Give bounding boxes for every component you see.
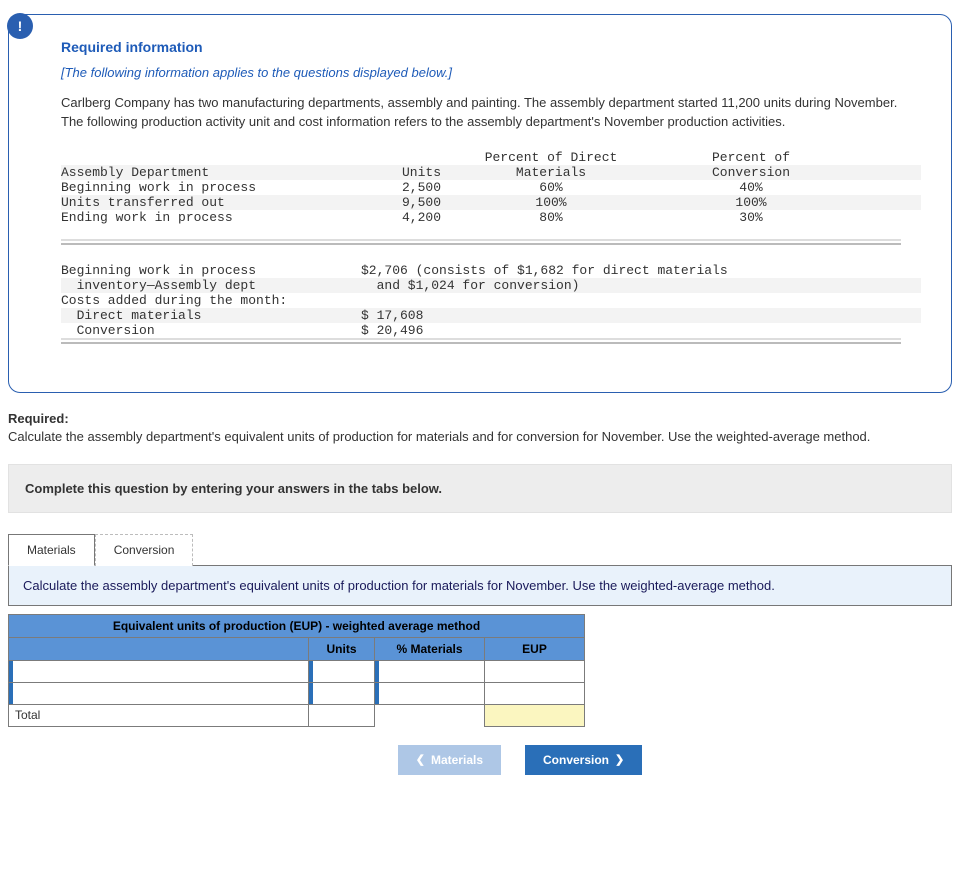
units-input[interactable] — [309, 660, 375, 682]
tab-materials[interactable]: Materials — [8, 534, 95, 566]
header-percent-dm: Percent of Direct — [441, 150, 661, 165]
table-row-conv: 30% — [661, 210, 841, 225]
answer-table: Equivalent units of production (EUP) - w… — [8, 614, 585, 727]
header-assembly: Assembly Department — [61, 165, 361, 180]
header-percent-conv: Percent of — [661, 150, 841, 165]
chevron-right-icon: ❯ — [615, 753, 624, 766]
cost-row-value: $2,706 (consists of $1,682 for direct ma… — [361, 263, 921, 278]
header-conversion: Conversion — [661, 165, 841, 180]
info-subtitle: [The following information applies to th… — [61, 65, 921, 80]
cost-row-label: Beginning work in process — [61, 263, 361, 278]
table-row-units: 2,500 — [361, 180, 441, 195]
instruction-bar: Complete this question by entering your … — [8, 464, 952, 513]
tab-panel-materials: Calculate the assembly department's equi… — [8, 565, 952, 606]
table-row-dm: 80% — [441, 210, 661, 225]
table-row — [9, 682, 585, 704]
eup-cell — [485, 660, 585, 682]
total-eup — [485, 704, 585, 726]
required-label: Required: — [8, 411, 952, 426]
divider — [61, 338, 901, 344]
required-information-box: ! Required information [The following in… — [8, 14, 952, 393]
table-row-dm: 60% — [441, 180, 661, 195]
col-blank — [9, 637, 309, 660]
nav-buttons: ❮ Materials Conversion ❯ — [8, 745, 952, 775]
alert-icon: ! — [7, 13, 33, 39]
cost-row-value: $ 20,496 — [361, 323, 921, 338]
eup-cell — [485, 682, 585, 704]
cost-row-label: Direct materials — [61, 308, 361, 323]
cost-table: Beginning work in process $2,706 (consis… — [61, 263, 921, 338]
pct-input[interactable] — [375, 660, 485, 682]
prev-label: Materials — [431, 753, 483, 767]
desc-input[interactable] — [9, 682, 309, 704]
table-row-conv: 40% — [661, 180, 841, 195]
answer-table-title: Equivalent units of production (EUP) - w… — [9, 614, 585, 637]
total-label: Total — [9, 704, 309, 726]
tab-conversion[interactable]: Conversion — [95, 534, 194, 566]
cost-row-value — [361, 293, 921, 308]
pct-input[interactable] — [375, 682, 485, 704]
table-row-label: Ending work in process — [61, 210, 361, 225]
col-units: Units — [309, 637, 375, 660]
table-row-label: Beginning work in process — [61, 180, 361, 195]
prev-button[interactable]: ❮ Materials — [398, 745, 501, 775]
cost-row-label: Costs added during the month: — [61, 293, 361, 308]
panel-prompt: Calculate the assembly department's equi… — [23, 578, 775, 593]
cost-row-label: Conversion — [61, 323, 361, 338]
next-label: Conversion — [543, 753, 609, 767]
units-input[interactable] — [309, 682, 375, 704]
col-eup: EUP — [485, 637, 585, 660]
next-button[interactable]: Conversion ❯ — [525, 745, 642, 775]
desc-input[interactable] — [9, 660, 309, 682]
table-row-units: 4,200 — [361, 210, 441, 225]
header-units: Units — [361, 165, 441, 180]
cost-row-label: inventory—Assembly dept — [61, 278, 361, 293]
divider — [61, 239, 901, 245]
table-row-total: Total — [9, 704, 585, 726]
table-row — [9, 660, 585, 682]
info-body: Carlberg Company has two manufacturing d… — [61, 94, 921, 132]
table-row-conv: 100% — [661, 195, 841, 210]
tabs: Materials Conversion — [8, 533, 952, 565]
header-materials: Materials — [441, 165, 661, 180]
required-info-title: Required information — [61, 39, 921, 55]
table-row-label: Units transferred out — [61, 195, 361, 210]
chevron-left-icon: ❮ — [416, 753, 425, 766]
required-desc: Calculate the assembly department's equi… — [8, 428, 952, 446]
cost-row-value: $ 17,608 — [361, 308, 921, 323]
table-row-units: 9,500 — [361, 195, 441, 210]
total-units — [309, 704, 375, 726]
col-pct-materials: % Materials — [375, 637, 485, 660]
table-row-dm: 100% — [441, 195, 661, 210]
cost-row-value: and $1,024 for conversion) — [361, 278, 921, 293]
assembly-table: Percent of Direct Percent of Assembly De… — [61, 150, 921, 225]
